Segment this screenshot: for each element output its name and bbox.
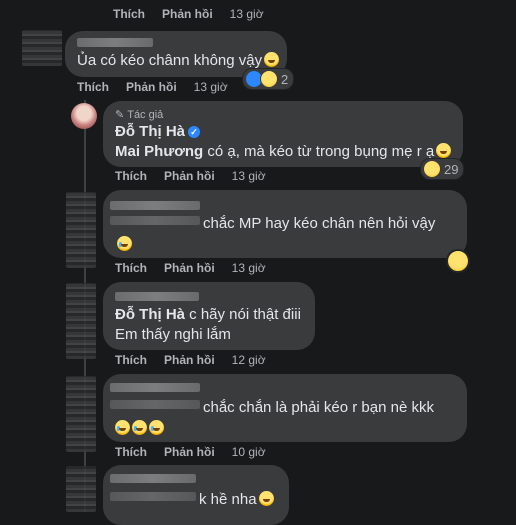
like-button[interactable]: Thích	[77, 80, 109, 94]
like-button[interactable]: Thích	[115, 169, 147, 183]
avatar[interactable]	[66, 192, 96, 268]
comment-actions: Thích Phản hồi 12 giờ	[115, 353, 266, 367]
redacted-name	[115, 292, 199, 301]
timestamp: 13 giờ	[231, 169, 266, 183]
like-button[interactable]: Thích	[115, 261, 147, 275]
comment-actions: Thích Phản hồi 13 giờ	[77, 80, 228, 94]
pencil-icon: ✎	[115, 109, 125, 121]
timestamp: 13 giờ	[229, 7, 264, 21]
redacted-name	[77, 38, 153, 47]
redacted-name	[110, 400, 200, 409]
redacted-name	[110, 216, 200, 225]
author-badge: ✎ Tác giả	[115, 108, 164, 122]
redacted-name	[110, 383, 200, 392]
redacted-name	[110, 201, 200, 210]
crying-laughing-emoji-icon	[117, 236, 132, 251]
comment-text: Đỗ Thị Hà c hãy nói thật điii	[115, 306, 301, 323]
like-button[interactable]: Thích	[115, 445, 147, 459]
timestamp: 10 giờ	[231, 445, 266, 459]
avatar[interactable]	[66, 376, 96, 452]
comment-text: chắc chắn là phải kéo r bạn nè kkk	[203, 399, 434, 416]
verified-badge-icon: ✓	[188, 126, 200, 138]
comment-actions: Thích Phản hồi 13 giờ	[115, 261, 266, 275]
avatar[interactable]	[66, 466, 96, 512]
haha-reaction-icon	[423, 160, 441, 178]
redacted-name	[110, 474, 196, 483]
mention-link[interactable]: Mai Phương	[115, 143, 203, 160]
emoji-icon	[264, 52, 280, 67]
comment-author[interactable]: Đỗ Thị Hà ✓	[115, 123, 200, 140]
comment-text-line2: Em thấy nghi lắm	[115, 326, 231, 343]
like-button[interactable]: Thích	[113, 7, 145, 21]
reply-button[interactable]: Phản hồi	[162, 7, 213, 21]
haha-reaction-icon	[260, 70, 278, 88]
timestamp: 13 giờ	[231, 261, 266, 275]
reply-button[interactable]: Phản hồi	[164, 169, 215, 183]
author-avatar[interactable]	[71, 103, 97, 129]
reply-button[interactable]: Phản hồi	[164, 353, 215, 367]
comment-actions: Thích Phản hồi 13 giờ	[113, 7, 264, 21]
reply-button[interactable]: Phản hồi	[126, 80, 177, 94]
like-button[interactable]: Thích	[115, 353, 147, 367]
reply-button[interactable]: Phản hồi	[164, 445, 215, 459]
rofl-emoji-icon	[149, 420, 164, 435]
timestamp: 13 giờ	[193, 80, 228, 94]
reaction-count[interactable]: 29	[420, 158, 465, 180]
mention-link[interactable]: Đỗ Thị Hà	[115, 306, 185, 323]
reaction-count[interactable]: 2	[242, 68, 295, 90]
sad-reaction-icon	[446, 249, 470, 273]
timestamp: 12 giờ	[231, 353, 266, 367]
reply-button[interactable]: Phản hồi	[164, 261, 215, 275]
rofl-emoji-icon	[132, 420, 147, 435]
comment-text: chắc MP hay kéo chân nên hỏi vậy	[203, 215, 436, 232]
avatar[interactable]	[22, 30, 62, 66]
redacted-name	[110, 492, 196, 501]
comment-actions: Thích Phản hồi 13 giờ	[115, 169, 266, 183]
comment-text: Ủa có kéo chânn không vậy	[77, 52, 280, 69]
emoji-icon	[436, 143, 452, 158]
rofl-emoji-icon	[115, 420, 130, 435]
emoji-icon	[258, 491, 274, 506]
comment-text: k hề nha	[199, 491, 274, 508]
comment-text: Mai Phương có ạ, mà kéo từ trong bụng mẹ…	[115, 143, 452, 160]
avatar[interactable]	[66, 283, 96, 359]
comment-actions: Thích Phản hồi 10 giờ	[115, 445, 266, 459]
